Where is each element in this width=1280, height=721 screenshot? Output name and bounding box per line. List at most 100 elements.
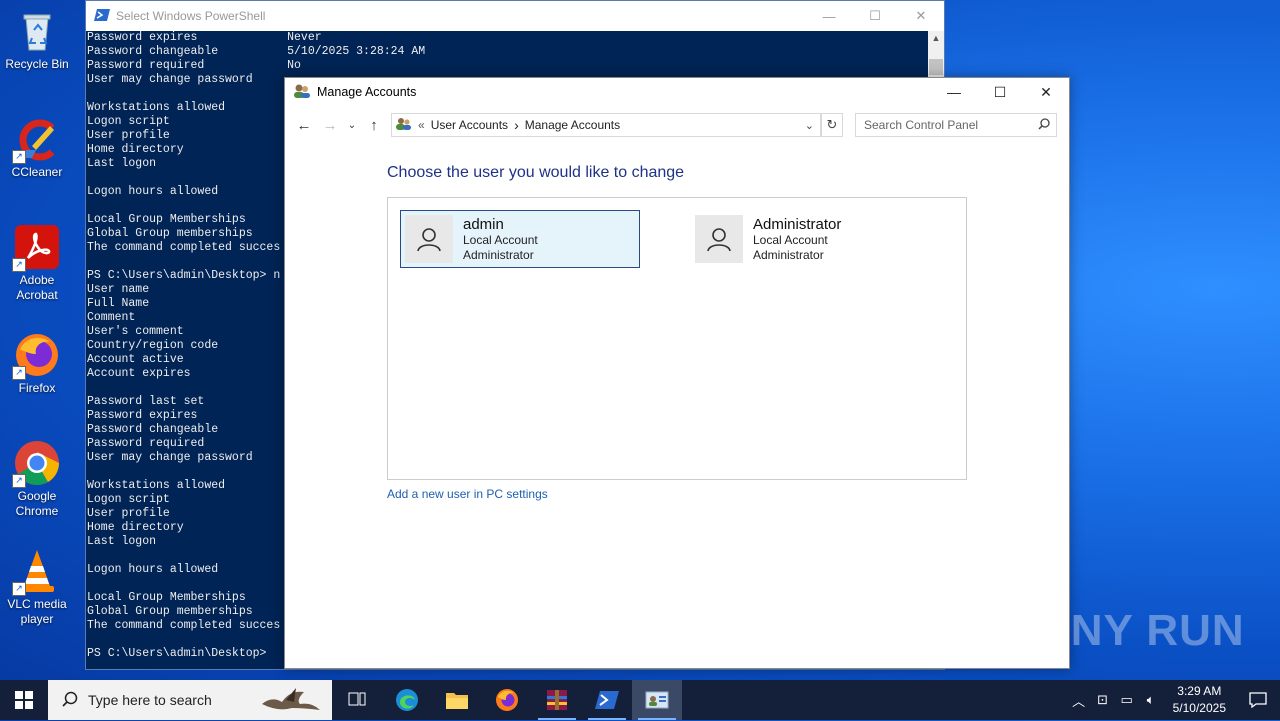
account-tile-admin[interactable]: admin Local Account Administrator	[400, 210, 640, 268]
shortcut-arrow-icon: ↗	[12, 150, 26, 164]
taskbar-powershell[interactable]	[582, 680, 632, 720]
manage-accounts-titlebar[interactable]: Manage Accounts — ☐ ✕	[285, 78, 1069, 106]
start-button[interactable]	[0, 680, 48, 720]
minimize-button[interactable]: —	[806, 1, 852, 31]
account-role: Administrator	[753, 248, 824, 262]
taskbar-search-placeholder: Type here to search	[88, 692, 212, 708]
forward-arrow-icon[interactable]: →	[317, 113, 343, 137]
watermark-text: ANY RUN	[1038, 606, 1245, 655]
add-new-user-link[interactable]: Add a new user in PC settings	[387, 487, 548, 501]
search-icon	[62, 691, 78, 710]
desktop-icon-chrome[interactable]: ↗ Google Chrome	[1, 440, 73, 519]
task-view-icon	[348, 692, 366, 706]
control-panel-icon	[396, 117, 412, 134]
recycle-bin-icon	[14, 8, 60, 54]
acrobat-icon: ↗	[12, 224, 60, 272]
powershell-titlebar[interactable]: Select Windows PowerShell — ☐ ✕	[86, 1, 944, 31]
desktop-icon-label: VLC media player	[7, 597, 67, 626]
taskbar-file-explorer[interactable]	[432, 680, 482, 720]
desktop-icon-ccleaner[interactable]: ↗ CCleaner	[1, 116, 73, 180]
desktop-icon-firefox[interactable]: ↗ Firefox	[1, 332, 73, 396]
birds-decoration-icon	[256, 682, 326, 721]
network-icon[interactable]: ▭	[1115, 692, 1139, 708]
firefox-icon: ↗	[12, 332, 60, 380]
powershell-icon	[595, 691, 619, 709]
search-input[interactable]	[856, 117, 1038, 133]
user-accounts-icon	[293, 83, 311, 102]
console-line: Password required No	[87, 59, 301, 72]
search-icon[interactable]	[1038, 117, 1050, 133]
back-arrow-icon[interactable]: ←	[291, 113, 317, 137]
breadcrumb-manage-accounts[interactable]: Manage Accounts	[525, 118, 620, 132]
address-dropdown-chevron-icon[interactable]: ⌄	[805, 119, 814, 132]
network-drive-icon[interactable]: ⊡	[1091, 692, 1115, 708]
windows-logo-icon	[15, 691, 33, 709]
account-name: Administrator	[753, 216, 842, 233]
powershell-title: Select Windows PowerShell	[116, 9, 266, 23]
desktop-icon-label: Google Chrome	[15, 489, 59, 518]
notification-icon	[1249, 692, 1267, 708]
manage-accounts-window[interactable]: Manage Accounts — ☐ ✕ ← → ⌄ ↑ « User Acc…	[284, 77, 1070, 669]
shortcut-arrow-icon: ↗	[12, 582, 26, 596]
shortcut-arrow-icon: ↗	[12, 474, 26, 488]
user-avatar-icon	[695, 215, 743, 263]
refresh-icon[interactable]: ↻	[821, 113, 843, 137]
search-box[interactable]	[855, 113, 1057, 137]
account-type: Local Account	[753, 233, 828, 247]
close-button[interactable]: ✕	[898, 1, 944, 31]
user-avatar-icon	[405, 215, 453, 263]
clock-date: 5/10/2025	[1172, 701, 1226, 715]
vlc-icon: ↗	[12, 548, 60, 596]
shortcut-arrow-icon: ↗	[12, 258, 26, 272]
ccleaner-icon: ↗	[12, 116, 60, 164]
taskbar-control-panel[interactable]	[632, 680, 682, 720]
clock[interactable]: 3:29 AM 5/10/2025	[1173, 683, 1226, 717]
scrollbar-thumb[interactable]	[929, 59, 943, 75]
taskbar-edge[interactable]	[382, 680, 432, 720]
maximize-button[interactable]: ☐	[852, 1, 898, 31]
page-heading: Choose the user you would like to change	[387, 164, 685, 181]
winrar-icon	[547, 690, 567, 710]
desktop-icon-acrobat[interactable]: ↗ Adobe Acrobat	[1, 224, 73, 303]
clock-time: 3:29 AM	[1177, 684, 1222, 698]
shortcut-arrow-icon: ↗	[12, 366, 26, 380]
task-view-button[interactable]	[332, 680, 382, 720]
close-button[interactable]: ✕	[1023, 78, 1069, 106]
taskbar: Type here to search ︿ ⊡ ▭ 🔈︎ 3:29 AM 5/1…	[0, 680, 1280, 720]
desktop-icon-recycle-bin[interactable]: Recycle Bin	[1, 8, 73, 72]
taskbar-firefox[interactable]	[482, 680, 532, 720]
breadcrumb-separator-icon[interactable]: ›	[514, 117, 519, 133]
firefox-icon	[496, 689, 518, 711]
up-arrow-icon[interactable]: ↑	[361, 113, 387, 137]
account-type: Local Account	[463, 233, 538, 247]
powershell-icon	[94, 8, 110, 25]
minimize-button[interactable]: —	[931, 78, 977, 106]
account-name: admin	[463, 216, 504, 233]
desktop-icon-label: Recycle Bin	[5, 57, 69, 71]
volume-icon[interactable]: 🔈︎	[1139, 692, 1163, 708]
desktop-icon-vlc[interactable]: ↗ VLC media player	[1, 548, 73, 627]
anyrun-watermark: ANY RUN	[1038, 606, 1245, 656]
desktop-icon-label: Firefox	[18, 381, 56, 395]
console-line: Password expires Never	[87, 31, 322, 44]
window-title: Manage Accounts	[317, 85, 417, 99]
action-center-button[interactable]	[1236, 680, 1280, 720]
edge-icon	[396, 689, 418, 711]
taskbar-winrar[interactable]	[532, 680, 582, 720]
taskbar-search-box[interactable]: Type here to search	[48, 680, 332, 720]
accounts-list: admin Local Account Administrator Admini…	[387, 197, 967, 480]
console-line: Password changeable 5/10/2025 3:28:24 AM	[87, 45, 426, 58]
recent-locations-chevron-icon[interactable]: ⌄	[343, 113, 361, 137]
system-tray: ︿ ⊡ ▭ 🔈︎ 3:29 AM 5/10/2025	[1067, 680, 1280, 720]
control-panel-icon	[645, 691, 669, 709]
file-explorer-icon	[446, 693, 468, 709]
account-tile-administrator[interactable]: Administrator Local Account Administrato…	[691, 211, 929, 267]
address-bar[interactable]: « User Accounts › Manage Accounts ⌄	[391, 113, 821, 137]
desktop-icon-label: Adobe Acrobat	[16, 273, 58, 302]
show-hidden-icons-chevron-icon[interactable]: ︿	[1067, 691, 1091, 710]
scroll-up-icon[interactable]: ▲	[928, 33, 944, 43]
maximize-button[interactable]: ☐	[977, 78, 1023, 106]
breadcrumb-overflow[interactable]: «	[418, 118, 425, 132]
navigation-bar: ← → ⌄ ↑ « User Accounts › Manage Account…	[285, 112, 1069, 138]
breadcrumb-user-accounts[interactable]: User Accounts	[431, 118, 508, 132]
